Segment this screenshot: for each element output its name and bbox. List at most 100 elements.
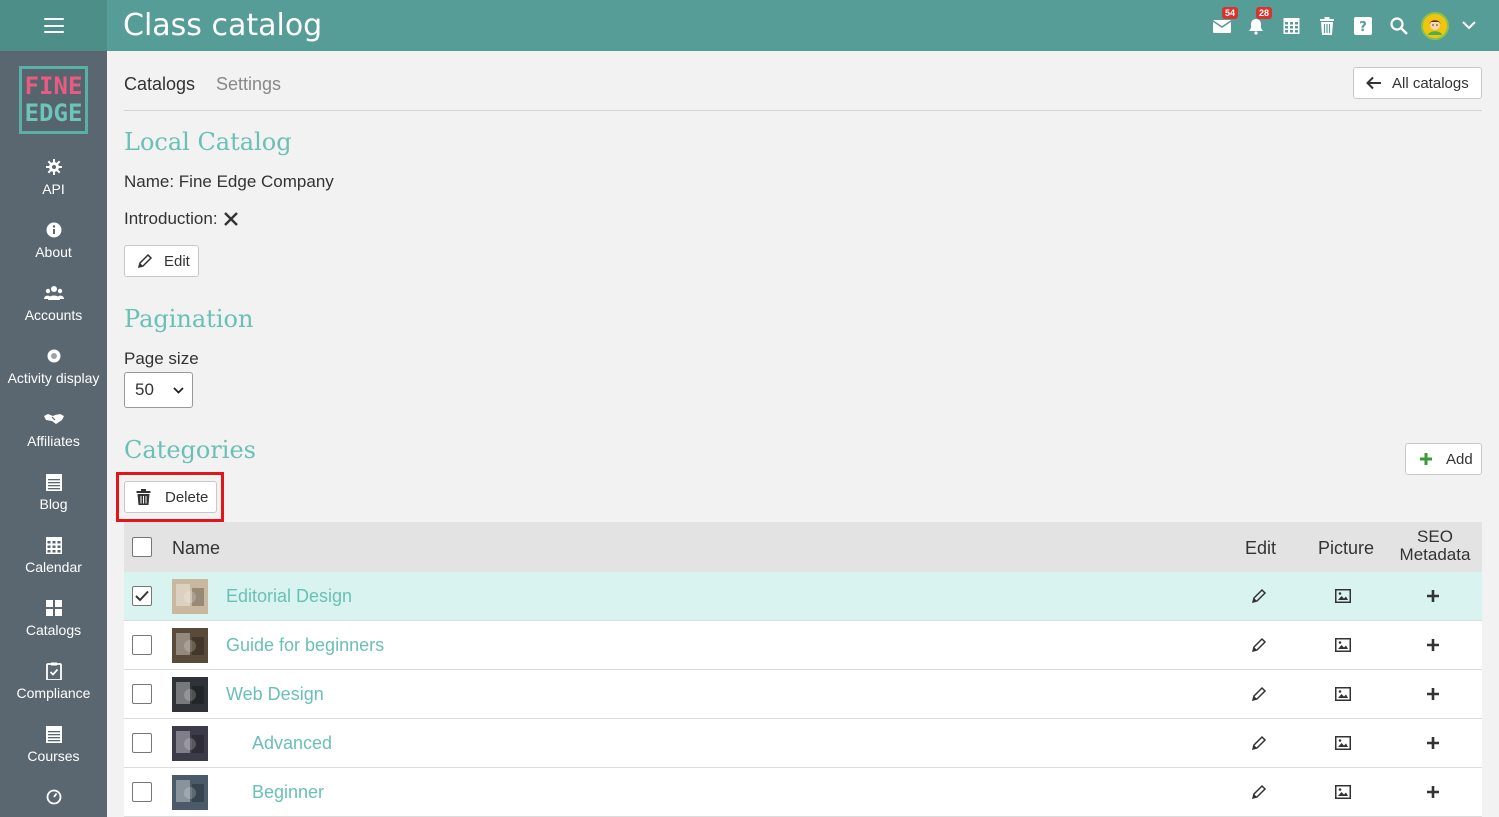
category-name-link[interactable]: Editorial Design: [226, 586, 352, 607]
category-name-link[interactable]: Beginner: [252, 782, 324, 803]
plus-icon: [1427, 786, 1439, 798]
table-row: Guide for beginners: [124, 621, 1482, 670]
table-row: Web Design: [124, 670, 1482, 719]
category-name-link[interactable]: Web Design: [226, 684, 324, 705]
row-seo-add-button[interactable]: [1423, 684, 1443, 704]
gauge-icon: [46, 785, 62, 809]
grid-icon: [45, 596, 62, 620]
sidebar-item-about[interactable]: About: [0, 218, 107, 281]
help-button[interactable]: ?: [1345, 0, 1381, 51]
sidebar-item-label: Catalogs: [25, 622, 82, 638]
page-size-select[interactable]: 50: [124, 372, 193, 408]
pencil-icon: [1251, 637, 1267, 653]
list-icon: [45, 470, 62, 494]
category-name-link[interactable]: Guide for beginners: [226, 635, 384, 656]
list-icon: [45, 722, 62, 746]
page-title: Class catalog: [123, 8, 323, 43]
category-thumbnail: [172, 677, 208, 712]
sidebar-item-label: Activity display: [7, 370, 100, 386]
top-bar: Class catalog 54 28 ?: [0, 0, 1499, 51]
row-edit-button[interactable]: [1249, 782, 1269, 802]
row-checkbox[interactable]: [132, 733, 152, 753]
pencil-icon: [137, 253, 153, 269]
mail-badge: 54: [1222, 7, 1239, 19]
arrow-left-icon: [1366, 76, 1381, 90]
help-icon: ?: [1354, 16, 1372, 35]
user-avatar-button[interactable]: [1417, 0, 1453, 51]
sidebar-item-catalogs[interactable]: Catalogs: [0, 596, 107, 659]
search-button[interactable]: [1381, 0, 1417, 51]
row-checkbox[interactable]: [132, 635, 152, 655]
row-checkbox[interactable]: [132, 586, 152, 606]
tab-catalogs[interactable]: Catalogs: [124, 74, 195, 95]
tab-bar: Catalogs Settings: [124, 62, 1482, 111]
row-picture-button[interactable]: [1333, 586, 1353, 606]
sidebar-item-label: API: [42, 181, 65, 197]
row-picture-button[interactable]: [1333, 782, 1353, 802]
sidebar-item-compliance[interactable]: Compliance: [0, 659, 107, 722]
gear-icon: [45, 155, 62, 179]
column-edit: Edit: [1245, 538, 1277, 558]
notifications-button[interactable]: 28: [1239, 0, 1273, 51]
hamburger-icon: [43, 18, 64, 33]
image-icon: [1335, 589, 1351, 603]
checkmark-icon: [135, 590, 149, 602]
row-seo-add-button[interactable]: [1423, 782, 1443, 802]
dot-circle-icon: [46, 344, 62, 368]
row-seo-add-button[interactable]: [1423, 733, 1443, 753]
logo-line-1: FINE: [24, 72, 83, 100]
introduction-label: Introduction:: [124, 209, 218, 228]
plus-icon: [1427, 688, 1439, 700]
calendar-grid-icon: [1283, 17, 1299, 34]
add-category-button[interactable]: Add: [1405, 443, 1482, 475]
category-name-link[interactable]: Advanced: [252, 733, 332, 754]
page-size-value: 50: [135, 380, 154, 399]
notifications-badge: 28: [1256, 7, 1273, 19]
sidebar-item-more[interactable]: [0, 785, 107, 817]
sidebar-item-calendar[interactable]: Calendar: [0, 533, 107, 596]
image-icon: [1335, 736, 1351, 750]
row-checkbox[interactable]: [132, 684, 152, 704]
info-icon: [46, 218, 62, 242]
select-all-checkbox[interactable]: [132, 537, 152, 557]
sidebar-item-api[interactable]: API: [0, 155, 107, 218]
image-icon: [1335, 687, 1351, 701]
mail-button[interactable]: 54: [1205, 0, 1239, 51]
pencil-icon: [1251, 686, 1267, 702]
edit-label: Edit: [164, 252, 190, 270]
user-menu-toggle[interactable]: [1453, 0, 1485, 51]
sidebar-item-courses[interactable]: Courses: [0, 722, 107, 785]
row-picture-button[interactable]: [1333, 733, 1353, 753]
sidebar-item-affiliates[interactable]: Affiliates: [0, 407, 107, 470]
trash-icon: [1320, 16, 1334, 35]
calendar-button[interactable]: [1273, 0, 1309, 51]
row-picture-button[interactable]: [1333, 635, 1353, 655]
row-checkbox[interactable]: [132, 782, 152, 802]
sidebar: FINE EDGE API About Accounts Activity di…: [0, 51, 107, 817]
pagination-title: Pagination: [124, 305, 254, 333]
sidebar-item-activity-display[interactable]: Activity display: [0, 344, 107, 407]
sidebar-item-accounts[interactable]: Accounts: [0, 281, 107, 344]
trash-button[interactable]: [1309, 0, 1345, 51]
row-edit-button[interactable]: [1249, 586, 1269, 606]
sidebar-item-label: Accounts: [24, 307, 83, 323]
row-picture-button[interactable]: [1333, 684, 1353, 704]
row-seo-add-button[interactable]: [1423, 635, 1443, 655]
row-edit-button[interactable]: [1249, 733, 1269, 753]
menu-button[interactable]: [0, 0, 107, 51]
row-seo-add-button[interactable]: [1423, 586, 1443, 606]
row-edit-button[interactable]: [1249, 635, 1269, 655]
image-icon: [1335, 785, 1351, 799]
edit-catalog-button[interactable]: Edit: [124, 245, 199, 277]
table-row: Advanced: [124, 719, 1482, 768]
row-edit-button[interactable]: [1249, 684, 1269, 704]
pencil-icon: [1251, 784, 1267, 800]
tab-settings[interactable]: Settings: [216, 74, 281, 95]
sidebar-item-blog[interactable]: Blog: [0, 470, 107, 533]
add-label: Add: [1446, 450, 1473, 468]
all-catalogs-button[interactable]: All catalogs: [1353, 67, 1482, 99]
chevron-down-icon: [173, 387, 184, 394]
category-thumbnail: [172, 775, 208, 810]
sidebar-item-label: Blog: [39, 496, 68, 512]
fine-edge-logo[interactable]: FINE EDGE: [19, 66, 88, 134]
